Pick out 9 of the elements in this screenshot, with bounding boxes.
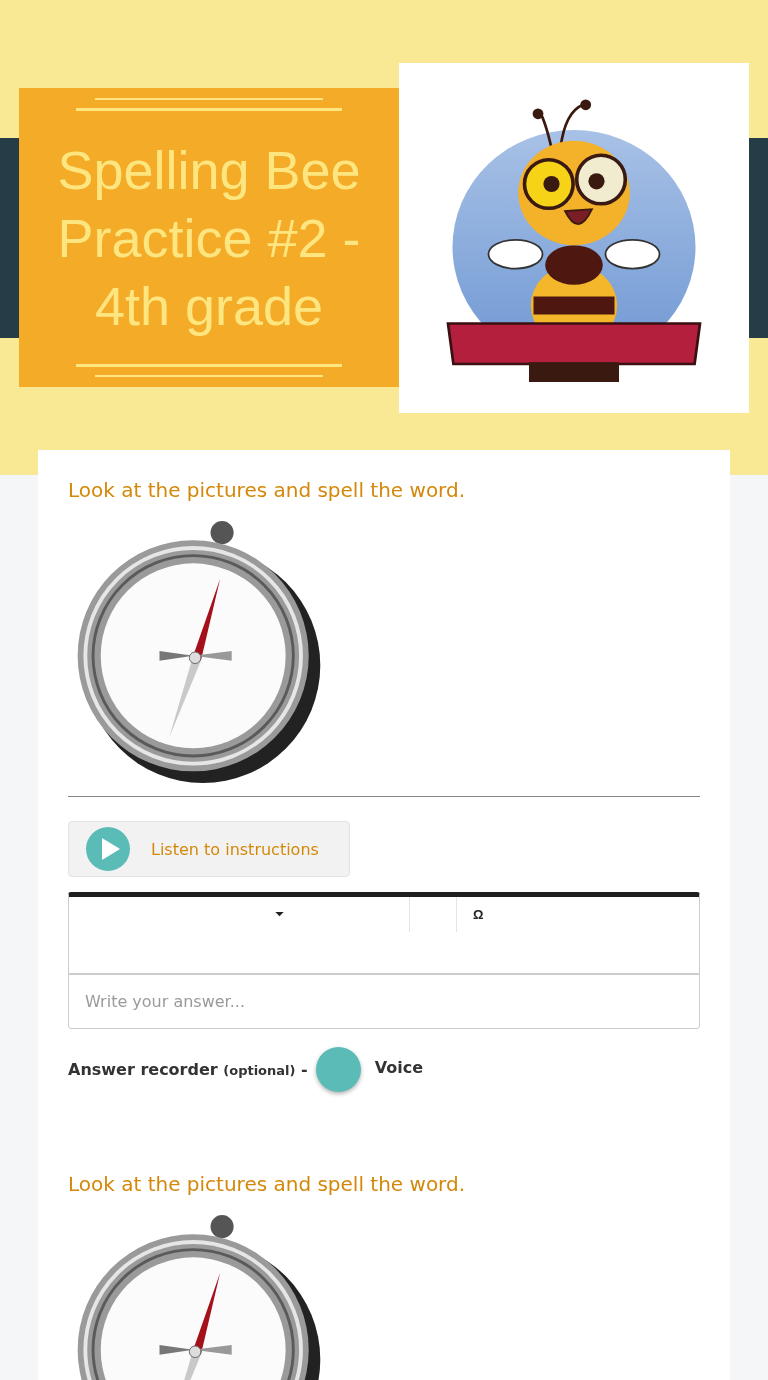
- voice-label: Voice: [374, 1058, 424, 1077]
- page-title: Spelling Bee Practice #2 - 4th grade: [56, 138, 362, 338]
- caret-icon[interactable]: [274, 912, 284, 917]
- answer-field[interactable]: Write your answer...: [68, 974, 700, 1029]
- question-prompt: Look at the pictures and spell the word.: [68, 1172, 467, 1196]
- recorder-label: Answer recorder (optional) -: [68, 1060, 308, 1079]
- special-character-button[interactable]: Ω: [473, 907, 484, 922]
- play-icon: [85, 826, 131, 872]
- question-prompt: Look at the pictures and spell the word.: [68, 478, 467, 502]
